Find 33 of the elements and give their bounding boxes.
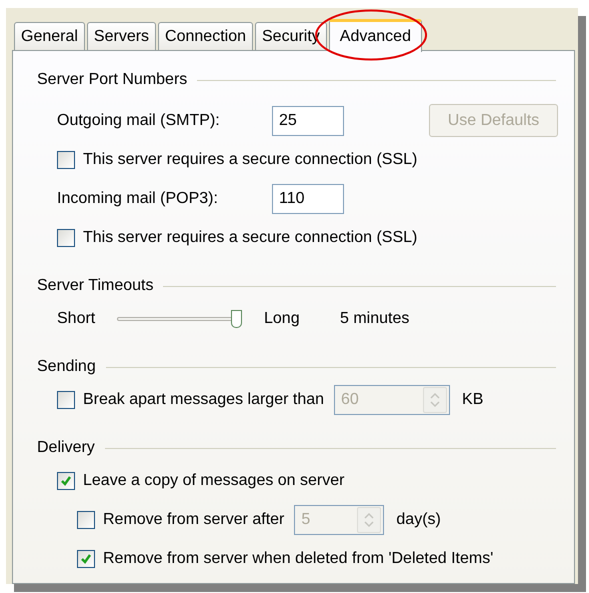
checkbox-label: Break apart messages larger than	[83, 390, 324, 410]
checkbox-label: Remove from server when deleted from 'Deleted Items'	[103, 548, 494, 568]
check-icon	[80, 552, 92, 564]
port-field[interactable]: 25	[272, 106, 344, 136]
field-label: Incoming mail (POP3):	[57, 188, 219, 208]
section-title: Server Timeouts	[37, 276, 154, 296]
section-title: Server Port Numbers	[37, 70, 188, 90]
checkbox[interactable]	[57, 150, 75, 168]
checkbox[interactable]	[57, 228, 75, 246]
slider-min-label: Short	[57, 308, 96, 328]
slider-thumb[interactable]	[231, 310, 242, 328]
timeout-value: 5 minutes	[340, 308, 410, 328]
checkbox[interactable]	[57, 472, 75, 490]
checkbox-label: This server requires a secure connection (SSL)	[83, 228, 418, 248]
unit-label: KB	[462, 390, 484, 410]
checkbox[interactable]	[77, 550, 95, 568]
port-field[interactable]: 110	[272, 184, 344, 214]
checkbox-label: Remove from server after	[103, 510, 284, 530]
spin-buttons-icon	[357, 506, 382, 532]
tab[interactable]: Servers	[86, 22, 156, 51]
slider[interactable]	[117, 308, 242, 328]
checkbox-label: Leave a copy of messages on server	[83, 470, 344, 490]
tab[interactable]: Connection	[158, 22, 253, 51]
check-icon	[60, 474, 72, 486]
field-label: Outgoing mail (SMTP):	[57, 110, 221, 130]
section-title: Delivery	[37, 438, 95, 458]
spin-buttons-icon	[423, 386, 448, 412]
tab[interactable]: General	[14, 22, 85, 51]
unit-label: day(s)	[396, 510, 441, 530]
tab[interactable]: Advanced	[328, 19, 422, 52]
section-title: Sending	[37, 357, 96, 377]
slider-max-label: Long	[264, 308, 301, 328]
checkbox-label: This server requires a secure connection (SSL)	[83, 150, 418, 170]
